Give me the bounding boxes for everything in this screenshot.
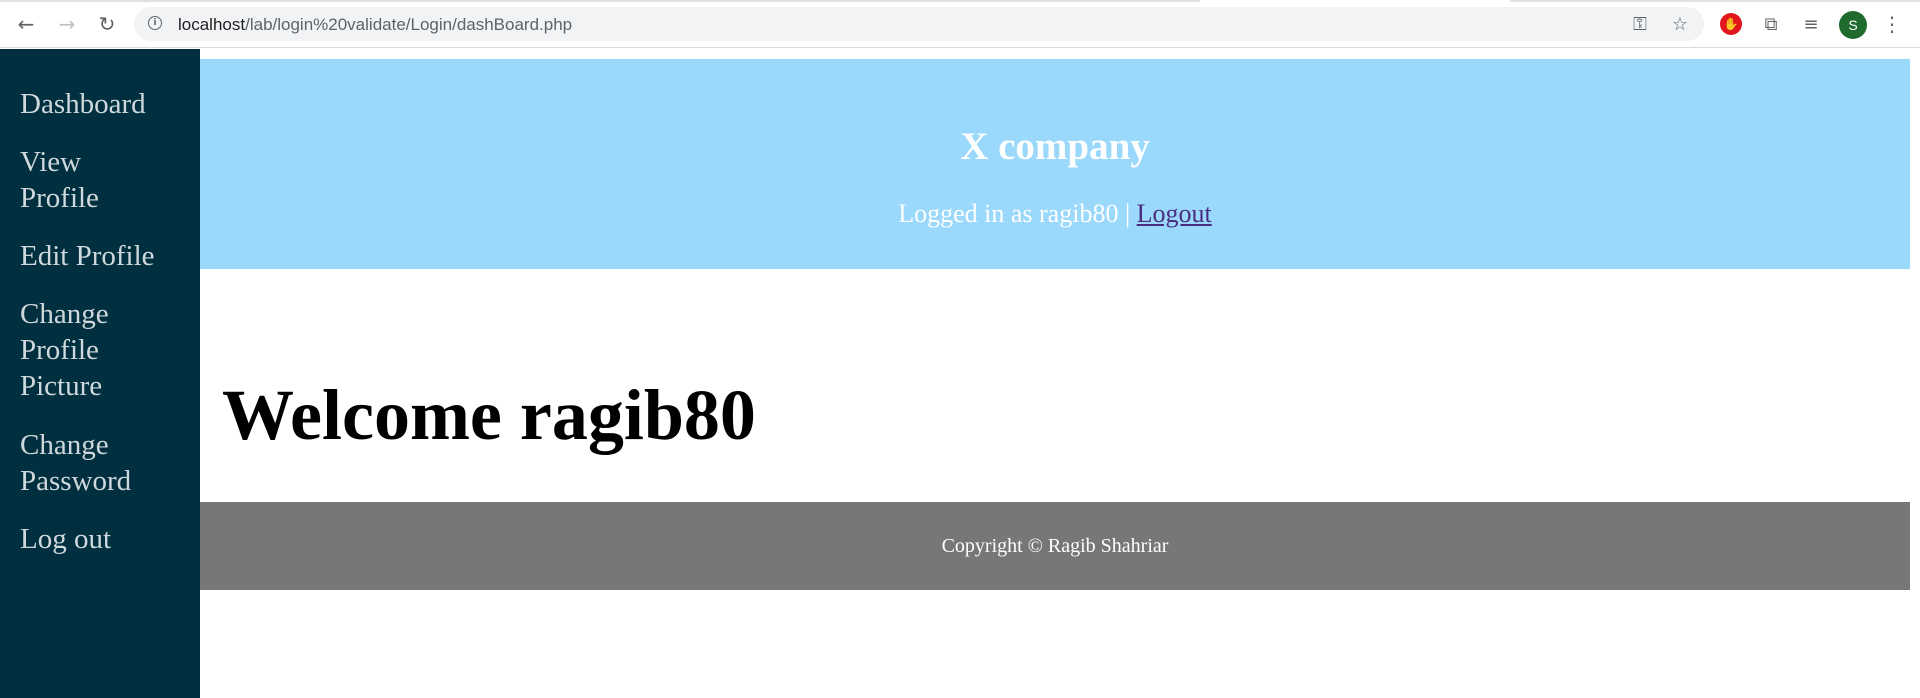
url-path: /lab/login%20validate/Login/dashBoard.ph… (245, 15, 573, 34)
star-icon[interactable]: ☆ (1671, 16, 1689, 34)
login-status: Logged in as ragib80 | Logout (200, 199, 1910, 229)
back-button[interactable]: ← (10, 8, 42, 40)
address-url[interactable]: localhost/lab/login%20validate/Login/das… (178, 15, 572, 35)
sidebar-item-change-password[interactable]: Change Password (20, 427, 160, 499)
puzzle-icon[interactable]: ⧉ (1759, 12, 1783, 36)
welcome-heading: Welcome ragib80 (222, 375, 756, 455)
browser-toolbar: ← → ↻ i localhost/lab/login%20validate/L… (0, 0, 1920, 48)
url-host: localhost (178, 15, 246, 34)
logged-in-text: Logged in as ragib80 | (898, 199, 1131, 228)
profile-avatar[interactable]: S (1839, 11, 1867, 39)
forward-button[interactable]: → (51, 8, 83, 40)
address-bar[interactable]: i localhost/lab/login%20validate/Login/d… (134, 7, 1704, 41)
page-header: X company Logged in as ragib80 | Logout (200, 59, 1910, 269)
sidebar-item-change-profile-picture[interactable]: Change Profile Picture (20, 296, 140, 404)
more-vert-icon[interactable]: ⋮ (1880, 12, 1904, 36)
key-icon[interactable]: ⚿ (1631, 16, 1649, 34)
sidebar-item-view-profile[interactable]: View Profile (20, 144, 140, 216)
sidebar-item-dashboard[interactable]: Dashboard (20, 86, 190, 122)
reload-icon: ↻ (98, 12, 116, 36)
info-icon[interactable]: i (148, 16, 162, 30)
arrow-left-icon: ← (17, 12, 35, 36)
logout-link[interactable]: Logout (1137, 199, 1212, 228)
sidebar-item-log-out[interactable]: Log out (20, 521, 190, 557)
copyright-text: Copyright © Ragib Shahriar (941, 535, 1169, 557)
tab-strip (0, 0, 1920, 3)
media-queue-icon[interactable]: ≡ (1799, 12, 1823, 36)
company-title: X company (960, 125, 1150, 168)
page-footer: Copyright © Ragib Shahriar (200, 502, 1910, 590)
adblock-icon[interactable]: ✋ (1719, 12, 1743, 36)
arrow-right-icon: → (58, 12, 76, 36)
reload-button[interactable]: ↻ (91, 8, 123, 40)
sidebar-item-edit-profile[interactable]: Edit Profile (20, 238, 190, 274)
sidebar: Dashboard View Profile Edit Profile Chan… (0, 49, 200, 698)
